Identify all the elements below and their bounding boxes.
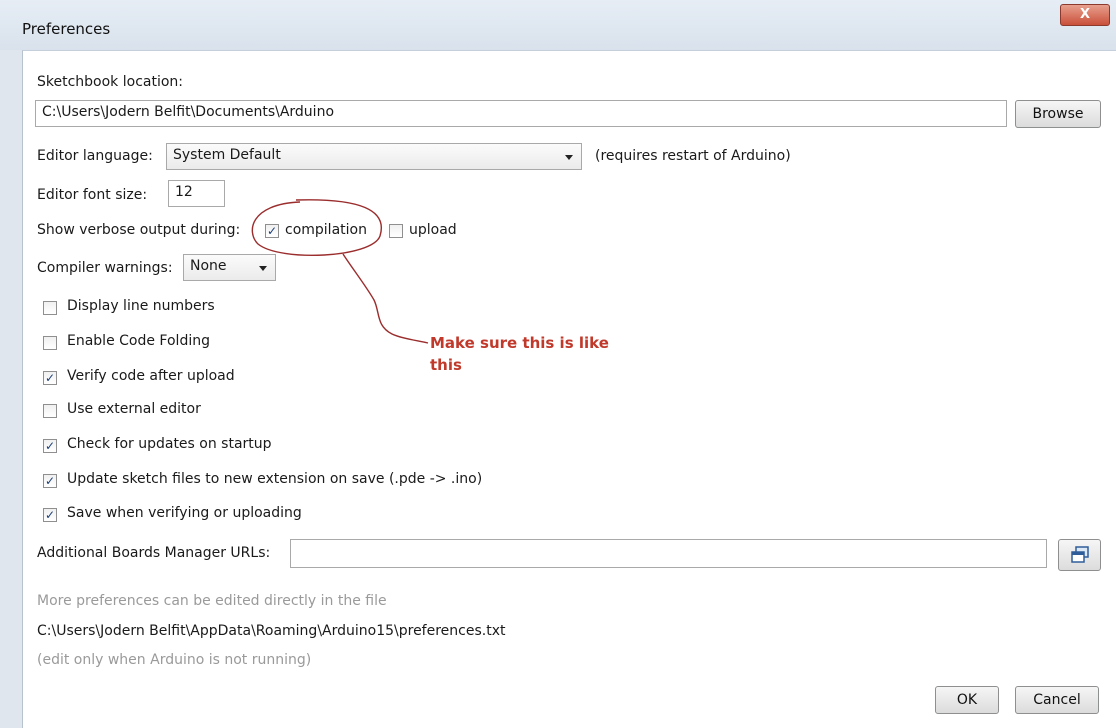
sketchbook-label: Sketchbook location: [37,74,184,90]
verbose-output-label: Show verbose output during: [37,222,241,238]
verify-code-checkbox[interactable]: ✓ [43,371,57,385]
update-sketch-files-label: Update sketch files to new extension on … [67,471,483,487]
update-sketch-files-checkbox[interactable]: ✓ [43,474,57,488]
window-icon [1070,546,1089,563]
compiler-warnings-label: Compiler warnings: [37,260,173,276]
editor-language-value: System Default [173,147,281,163]
external-editor-checkbox[interactable] [43,404,57,418]
edit-note: (edit only when Arduino is not running) [37,652,312,668]
compiler-warnings-value: None [190,258,227,274]
annotation-line-2: this [430,356,462,374]
external-editor-label: Use external editor [67,401,201,417]
compilation-checkbox[interactable]: ✓ [265,224,279,238]
browse-button[interactable]: Browse [1015,100,1101,128]
more-preferences-note: More preferences can be edited directly … [37,593,387,609]
display-line-numbers-checkbox[interactable] [43,301,57,315]
chevron-down-icon [565,155,573,160]
annotation-text: Make sure this is like this [430,332,609,376]
font-size-input[interactable]: 12 [168,180,225,207]
font-size-value: 12 [175,184,193,200]
preferences-file-path: C:\Users\Jodern Belfit\AppData\Roaming\A… [37,623,506,639]
upload-checkbox[interactable] [389,224,403,238]
upload-label: upload [409,222,457,238]
ok-button[interactable]: OK [935,686,999,714]
editor-language-select[interactable]: System Default [166,143,582,170]
enable-code-folding-label: Enable Code Folding [67,333,210,349]
check-updates-checkbox[interactable]: ✓ [43,439,57,453]
chevron-down-icon [259,266,267,271]
close-button[interactable]: X [1060,4,1110,26]
window-title: Preferences [22,20,111,38]
sketchbook-path: C:\Users\Jodern Belfit\Documents\Arduino [42,104,335,120]
verify-code-label: Verify code after upload [67,368,235,384]
cancel-button[interactable]: Cancel [1015,686,1099,714]
check-icon: ✓ [44,474,56,488]
check-icon: ✓ [266,224,278,238]
preferences-panel: Sketchbook location: C:\Users\Jodern Bel… [22,50,1116,728]
edit-urls-button[interactable] [1058,539,1101,571]
enable-code-folding-checkbox[interactable] [43,336,57,350]
compiler-warnings-select[interactable]: None [183,254,276,281]
close-icon: X [1079,7,1091,22]
display-line-numbers-label: Display line numbers [67,298,215,314]
compilation-label: compilation [285,222,367,238]
check-icon: ✓ [44,439,56,453]
editor-language-label: Editor language: [37,148,153,164]
title-bar: Preferences X [0,0,1116,50]
check-icon: ✓ [44,508,56,522]
sketchbook-location-input[interactable]: C:\Users\Jodern Belfit\Documents\Arduino [35,100,1007,127]
check-icon: ✓ [44,371,56,385]
font-size-label: Editor font size: [37,187,148,203]
boards-manager-label: Additional Boards Manager URLs: [37,545,271,561]
save-when-verifying-checkbox[interactable]: ✓ [43,508,57,522]
boards-manager-urls-input[interactable] [290,539,1047,568]
annotation-line-1: Make sure this is like [430,334,609,352]
save-when-verifying-label: Save when verifying or uploading [67,505,302,521]
check-updates-label: Check for updates on startup [67,436,272,452]
restart-note: (requires restart of Arduino) [595,148,791,164]
